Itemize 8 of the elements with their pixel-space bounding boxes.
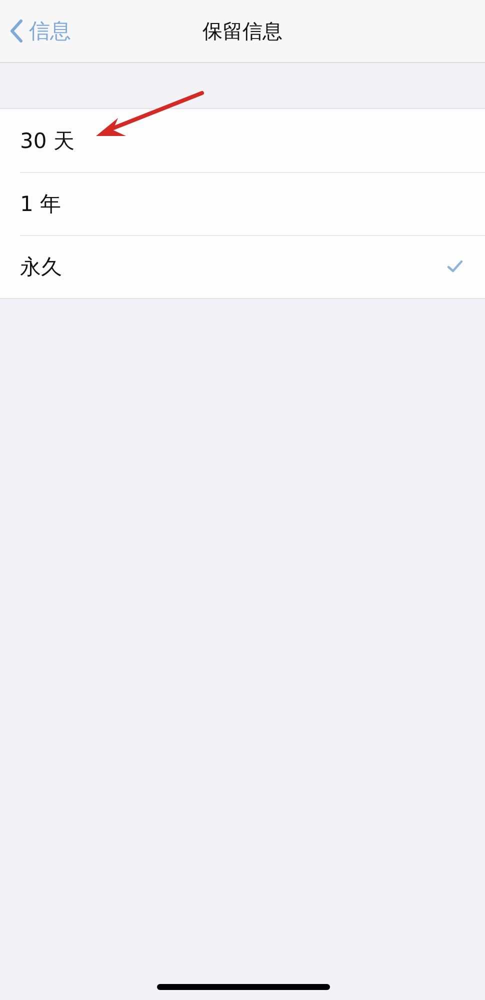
- option-label: 30 天: [20, 128, 74, 154]
- chevron-left-icon: [10, 19, 23, 43]
- option-row[interactable]: 永久: [0, 235, 485, 298]
- option-row[interactable]: 1 年: [0, 172, 485, 235]
- page-title: 保留信息: [202, 18, 282, 44]
- option-label: 永久: [20, 254, 62, 280]
- option-row[interactable]: 30 天: [0, 109, 485, 172]
- option-label: 1 年: [20, 190, 62, 218]
